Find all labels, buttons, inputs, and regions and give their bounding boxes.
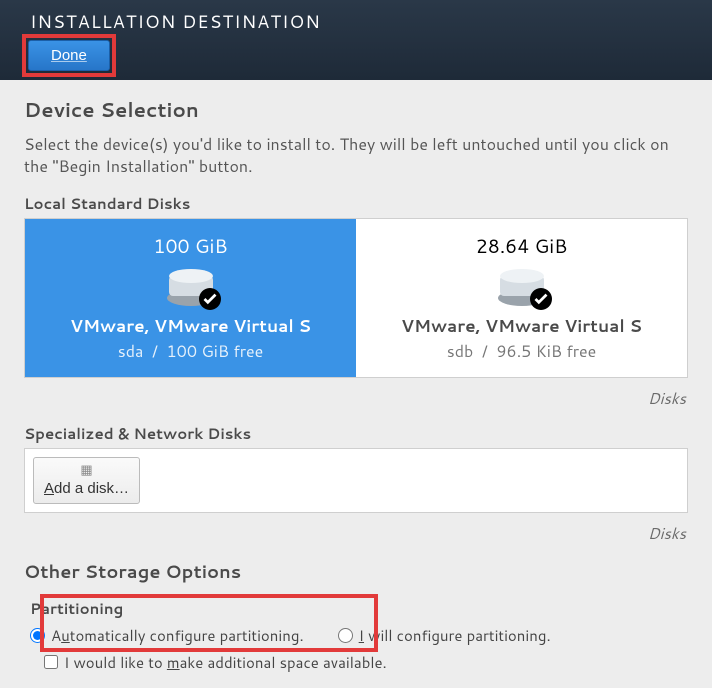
partitioning-section: Partitioning Automatically configure par… — [24, 594, 688, 677]
specialized-disks-container: ▦ Add a disk… — [24, 448, 688, 513]
add-disk-button[interactable]: ▦ Add a disk… — [33, 457, 140, 504]
extra-space-checkbox[interactable] — [44, 655, 58, 669]
other-storage-title: Other Storage Options — [24, 558, 688, 584]
disk-size: 100 GiB — [153, 233, 227, 260]
disk-dev: sdb — [447, 340, 473, 363]
specialized-disks-label: Specialized & Network Disks — [24, 423, 688, 444]
radio-manual-label: I will configure partitioning. — [359, 625, 551, 646]
radio-auto-partition[interactable]: Automatically configure partitioning. — [30, 625, 304, 646]
disk-tile-sdb[interactable]: 28.64 GiB VMware, VMware Virtual S sdb /… — [356, 219, 687, 377]
device-selection-title: Device Selection — [24, 96, 688, 124]
add-disk-label: Add a disk… — [44, 480, 129, 497]
radio-manual-partition[interactable]: I will configure partitioning. — [338, 625, 551, 646]
grid-icon: ▦ — [80, 462, 92, 478]
header-bar: INSTALLATION DESTINATION Done — [0, 0, 712, 80]
highlight-done: Done — [22, 34, 116, 77]
disk-free-value: 96.5 KiB free — [496, 340, 596, 363]
done-button[interactable]: Done — [28, 40, 110, 71]
disk-size: 28.64 GiB — [476, 233, 568, 260]
checkmark-icon — [199, 288, 221, 310]
partitioning-radio-row: Automatically configure partitioning. I … — [30, 625, 682, 646]
radio-auto-input[interactable] — [30, 628, 45, 643]
checkmark-icon — [530, 288, 552, 310]
disk-dev: sda — [118, 340, 144, 363]
disk-free-value: 100 GiB free — [167, 340, 264, 363]
local-disks-container: 100 GiB VMware, VMware Virtual S sda / 1… — [24, 218, 688, 378]
disks-note: Disks — [24, 382, 688, 423]
disk-label: VMware, VMware Virtual S — [401, 314, 642, 338]
disks-note-2: Disks — [24, 517, 688, 558]
radio-manual-input[interactable] — [338, 628, 353, 643]
disk-free: sdb / 96.5 KiB free — [447, 340, 596, 363]
radio-auto-label: Automatically configure partitioning. — [51, 625, 304, 646]
local-disks-label: Local Standard Disks — [24, 193, 688, 214]
extra-space-label: I would like to make additional space av… — [64, 652, 387, 673]
done-button-label: Done — [51, 47, 87, 64]
disk-free: sda / 100 GiB free — [118, 340, 264, 363]
harddrive-icon — [163, 264, 219, 308]
extra-space-row[interactable]: I would like to make additional space av… — [30, 652, 682, 673]
device-selection-instruction: Select the device(s) you'd like to insta… — [24, 134, 688, 179]
disk-tile-sda[interactable]: 100 GiB VMware, VMware Virtual S sda / 1… — [25, 219, 356, 377]
disk-label: VMware, VMware Virtual S — [70, 314, 311, 338]
harddrive-icon — [494, 264, 550, 308]
content-area: Device Selection Select the device(s) yo… — [0, 80, 712, 687]
partitioning-label: Partitioning — [30, 598, 682, 619]
page-title: INSTALLATION DESTINATION — [18, 6, 694, 34]
